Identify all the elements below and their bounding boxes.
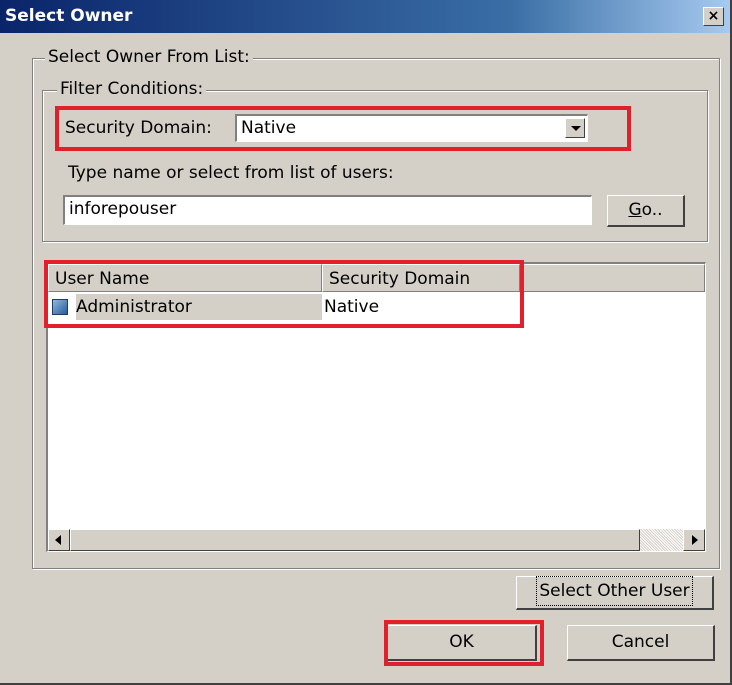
user-name-input[interactable]: inforepouser	[63, 195, 592, 225]
select-other-user-button[interactable]: Select Other User	[516, 576, 714, 610]
go-button[interactable]: Go..	[607, 195, 685, 227]
user-icon	[52, 299, 68, 315]
chevron-down-icon[interactable]	[565, 118, 585, 138]
title-bar[interactable]: Select Owner ×	[0, 0, 730, 33]
go-button-mnemonic: G	[628, 200, 642, 220]
column-header-user-name[interactable]: User Name	[48, 264, 322, 292]
type-name-label: Type name or select from list of users:	[68, 163, 394, 183]
select-other-user-label: Select Other User	[536, 576, 693, 606]
table-row[interactable]: Administrator Native	[48, 294, 528, 320]
cancel-button-label: Cancel	[611, 632, 670, 652]
filter-conditions-caption: Filter Conditions:	[57, 79, 207, 99]
security-domain-value: Native	[241, 118, 297, 138]
column-header-filler	[520, 264, 705, 292]
scroll-right-arrow-icon[interactable]	[683, 529, 705, 551]
select-owner-dialog: Select Owner × Select Owner From List: F…	[0, 0, 732, 685]
scrollbar-thumb[interactable]	[70, 529, 640, 551]
scroll-left-arrow-icon[interactable]	[48, 529, 70, 551]
close-button[interactable]: ×	[703, 7, 724, 26]
owner-list-group-caption: Select Owner From List:	[45, 47, 253, 67]
cell-user-name: Administrator	[76, 294, 322, 320]
ok-button[interactable]: OK	[387, 625, 537, 661]
security-domain-label: Security Domain:	[65, 118, 212, 138]
column-header-security-domain[interactable]: Security Domain	[322, 264, 520, 292]
user-name-input-value: inforepouser	[69, 199, 177, 219]
horizontal-scrollbar[interactable]	[48, 529, 705, 551]
cancel-button[interactable]: Cancel	[567, 625, 715, 661]
cell-security-domain: Native	[324, 297, 380, 317]
window-title: Select Owner	[5, 6, 133, 26]
ok-button-label: OK	[449, 632, 474, 652]
go-button-label: o..	[641, 200, 663, 220]
user-list[interactable]: User Name Security Domain Administrator …	[46, 262, 706, 552]
security-domain-dropdown[interactable]: Native	[235, 114, 588, 142]
